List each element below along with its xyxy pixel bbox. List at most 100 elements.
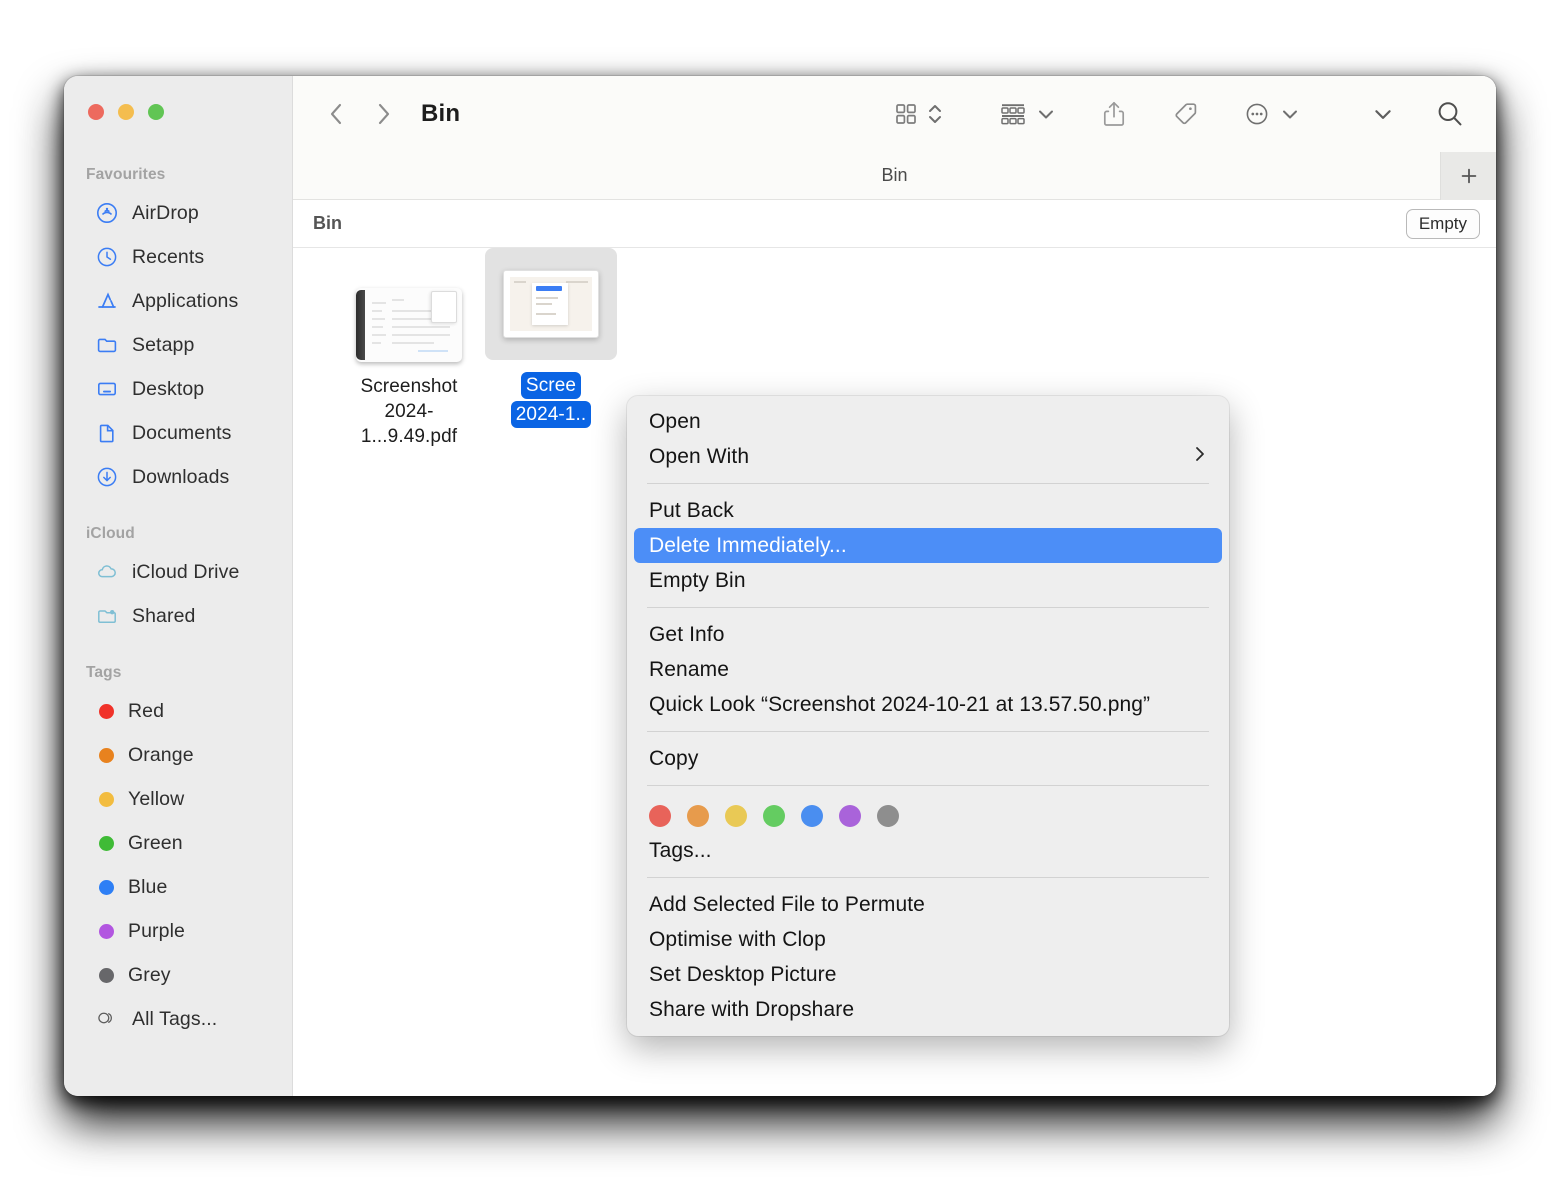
sidebar-item-icloud-drive[interactable]: iCloud Drive bbox=[74, 550, 282, 594]
search-icon bbox=[1438, 102, 1462, 126]
tag-swatch-grey[interactable] bbox=[877, 805, 899, 827]
folder-icon bbox=[96, 334, 118, 356]
finder-window: Favourites AirDrop Recents Applications … bbox=[64, 76, 1496, 1096]
file-item[interactable]: Screenshot 2024-1...9.49.pdf bbox=[343, 254, 475, 449]
menu-separator bbox=[647, 877, 1209, 878]
menu-item-open-with[interactable]: Open With bbox=[627, 439, 1229, 474]
window-controls bbox=[88, 104, 164, 120]
tag-swatch-yellow[interactable] bbox=[725, 805, 747, 827]
file-name: Scree 2024-1.. bbox=[485, 372, 617, 428]
menu-item-add-to-permute[interactable]: Add Selected File to Permute bbox=[627, 887, 1229, 922]
menu-item-share-with-dropshare[interactable]: Share with Dropshare bbox=[627, 992, 1229, 1027]
sidebar-item-setapp[interactable]: Setapp bbox=[74, 323, 282, 367]
menu-item-empty-bin[interactable]: Empty Bin bbox=[627, 563, 1229, 598]
tab-bar: Bin bbox=[293, 152, 1496, 200]
tag-dot-icon bbox=[99, 747, 114, 763]
sidebar-scroll[interactable]: Favourites AirDrop Recents Applications … bbox=[64, 154, 292, 1096]
tab-bin[interactable]: Bin bbox=[881, 165, 907, 186]
menu-item-copy[interactable]: Copy bbox=[627, 741, 1229, 776]
sidebar-item-label: Blue bbox=[128, 875, 168, 898]
sidebar-item-label: Desktop bbox=[132, 377, 205, 400]
sidebar-item-label: Setapp bbox=[132, 333, 195, 356]
menu-item-optimise-with-clop[interactable]: Optimise with Clop bbox=[627, 922, 1229, 957]
tag-swatch-purple[interactable] bbox=[839, 805, 861, 827]
toolbar-actions bbox=[892, 94, 1496, 134]
sidebar-item-tag-orange[interactable]: Orange bbox=[74, 733, 282, 777]
airdrop-icon bbox=[96, 202, 118, 224]
cloud-icon bbox=[96, 561, 118, 583]
context-menu[interactable]: Open Open With Put Back Delete Immediate… bbox=[627, 396, 1229, 1036]
tag-swatch-orange[interactable] bbox=[687, 805, 709, 827]
plus-icon bbox=[1461, 168, 1476, 184]
file-name-line-1: Scree bbox=[520, 372, 582, 399]
back-button[interactable] bbox=[323, 99, 349, 129]
tag-swatch-row[interactable] bbox=[627, 795, 1229, 833]
sidebar-item-airdrop[interactable]: AirDrop bbox=[74, 191, 282, 235]
icon-view-button[interactable] bbox=[892, 94, 920, 134]
tag-swatch-blue[interactable] bbox=[801, 805, 823, 827]
toolbar: Bin bbox=[293, 76, 1496, 152]
sidebar-item-all-tags[interactable]: All Tags... bbox=[74, 997, 282, 1041]
search-button[interactable] bbox=[1434, 94, 1466, 134]
tag-dot-icon bbox=[99, 879, 114, 895]
tag-swatch-red[interactable] bbox=[649, 805, 671, 827]
downloads-icon bbox=[96, 466, 118, 488]
share-button[interactable] bbox=[1100, 94, 1128, 134]
overflow-button[interactable] bbox=[1372, 94, 1394, 134]
sidebar-item-label: AirDrop bbox=[132, 201, 199, 224]
tag-swatch-green[interactable] bbox=[763, 805, 785, 827]
group-by-button[interactable] bbox=[998, 94, 1028, 134]
chevron-left-icon bbox=[330, 103, 342, 125]
sidebar-item-tag-green[interactable]: Green bbox=[74, 821, 282, 865]
menu-item-quick-look[interactable]: Quick Look “Screenshot 2024-10-21 at 13.… bbox=[627, 687, 1229, 722]
new-tab-button[interactable] bbox=[1440, 152, 1496, 200]
menu-item-open[interactable]: Open bbox=[627, 404, 1229, 439]
sidebar-section-icloud-title: iCloud bbox=[86, 525, 135, 542]
sidebar-item-label: iCloud Drive bbox=[132, 560, 240, 583]
file-thumbnail bbox=[485, 248, 617, 360]
tag-icon bbox=[1175, 103, 1197, 125]
sidebar-item-recents[interactable]: Recents bbox=[74, 235, 282, 279]
menu-item-rename[interactable]: Rename bbox=[627, 652, 1229, 687]
menu-item-tags[interactable]: Tags... bbox=[627, 833, 1229, 868]
sidebar-item-label: Recents bbox=[132, 245, 205, 268]
navigation-buttons bbox=[323, 99, 397, 129]
sidebar-item-tag-grey[interactable]: Grey bbox=[74, 953, 282, 997]
sidebar-item-documents[interactable]: Documents bbox=[74, 411, 282, 455]
forward-button[interactable] bbox=[371, 99, 397, 129]
pdf-preview-icon bbox=[356, 288, 462, 362]
sidebar-section-tags-title: Tags bbox=[86, 664, 122, 681]
screen: Favourites AirDrop Recents Applications … bbox=[0, 0, 1560, 1186]
file-thumbnail bbox=[343, 254, 475, 362]
view-sort-button[interactable] bbox=[926, 94, 944, 134]
chevron-right-icon bbox=[378, 103, 390, 125]
sidebar-item-tag-red[interactable]: Red bbox=[74, 689, 282, 733]
sidebar-item-downloads[interactable]: Downloads bbox=[74, 455, 282, 499]
sidebar-item-applications[interactable]: Applications bbox=[74, 279, 282, 323]
empty-bin-button[interactable]: Empty bbox=[1405, 208, 1480, 239]
menu-separator bbox=[647, 483, 1209, 484]
sidebar-item-label: Applications bbox=[132, 289, 239, 312]
sidebar-item-tag-yellow[interactable]: Yellow bbox=[74, 777, 282, 821]
file-name: Screenshot 2024-1...9.49.pdf bbox=[343, 374, 475, 449]
sidebar-item-label: Purple bbox=[128, 919, 185, 942]
minimise-button[interactable] bbox=[118, 104, 134, 120]
menu-item-set-desktop-picture[interactable]: Set Desktop Picture bbox=[627, 957, 1229, 992]
tag-dot-icon bbox=[99, 703, 114, 719]
zoom-button[interactable] bbox=[148, 104, 164, 120]
tag-dot-icon bbox=[99, 791, 114, 807]
sidebar-item-desktop[interactable]: Desktop bbox=[74, 367, 282, 411]
sidebar-item-shared[interactable]: Shared bbox=[74, 594, 282, 638]
all-tags-icon bbox=[96, 1008, 118, 1030]
tags-button[interactable] bbox=[1170, 94, 1200, 134]
sidebar-item-tag-purple[interactable]: Purple bbox=[74, 909, 282, 953]
file-item[interactable]: Scree 2024-1.. bbox=[485, 248, 617, 428]
more-menu-button[interactable] bbox=[1280, 94, 1300, 134]
more-button[interactable] bbox=[1242, 94, 1272, 134]
menu-item-delete-immediately[interactable]: Delete Immediately... bbox=[634, 528, 1222, 563]
close-button[interactable] bbox=[88, 104, 104, 120]
menu-item-get-info[interactable]: Get Info bbox=[627, 617, 1229, 652]
menu-item-put-back[interactable]: Put Back bbox=[627, 493, 1229, 528]
group-menu-button[interactable] bbox=[1036, 94, 1056, 134]
sidebar-item-tag-blue[interactable]: Blue bbox=[74, 865, 282, 909]
